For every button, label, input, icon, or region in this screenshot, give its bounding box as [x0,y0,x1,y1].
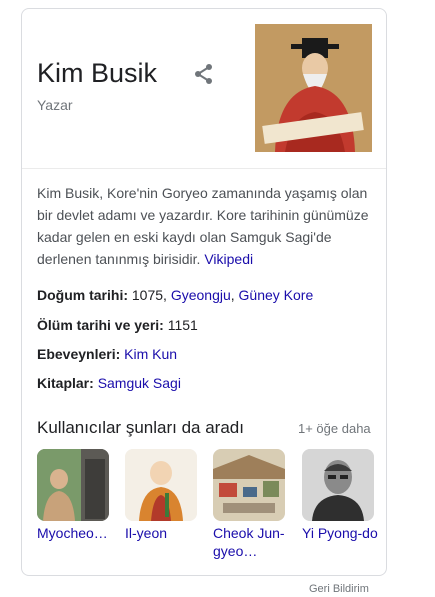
related-label-yi[interactable]: Yi Pyong-do [302,524,382,542]
fact-birth-sep: , [230,287,239,303]
panel-title: Kim Busik [37,58,158,88]
wikipedia-link[interactable]: Vikipedi [204,251,253,267]
description: Kim Busik, Kore'nin Goryeo zamanında yaş… [37,182,372,270]
fact-books: Kitaplar: Samguk Sagi [37,374,181,392]
related-label-myocheong[interactable]: Myocheo… [37,524,117,542]
fact-death-label: Ölüm tarihi ve yeri: [37,317,164,333]
related-label-ilyeon[interactable]: Il-yeon [125,524,205,542]
fact-birth-label: Doğum tarihi: [37,287,128,303]
people-also-search-title: Kullanıcılar şunları da aradı [37,418,244,437]
section-divider [22,168,386,169]
panel-subtitle: Yazar [37,97,73,113]
portrait-image[interactable] [255,24,372,152]
birth-place-link[interactable]: Gyeongju [171,287,231,303]
fact-birth: Doğum tarihi: 1075, Gyeongju, Güney Kore [37,286,313,304]
more-items-link[interactable]: 1+ öğe daha [298,421,371,436]
description-text: Kim Busik, Kore'nin Goryeo zamanında yaş… [37,185,369,267]
book-link[interactable]: Samguk Sagi [98,375,181,391]
fact-birth-year: 1075, [128,287,171,303]
related-thumb-cheok[interactable] [213,449,285,521]
related-thumb-myocheong[interactable] [37,449,109,521]
feedback-link[interactable]: Geri Bildirim [309,583,369,595]
fact-books-label: Kitaplar: [37,375,94,391]
related-label-cheok[interactable]: Cheok Jun-gyeo… [213,524,293,560]
fact-death-value: 1151 [163,317,198,333]
fact-parents: Ebeveynleri: Kim Kun [37,345,177,363]
birth-country-link[interactable]: Güney Kore [239,287,314,303]
fact-parents-label: Ebeveynleri: [37,346,121,362]
parent-link[interactable]: Kim Kun [124,346,177,362]
fact-death: Ölüm tarihi ve yeri: 1151 [37,316,198,334]
related-thumb-yi[interactable] [302,449,374,521]
share-icon[interactable] [192,62,216,86]
related-thumb-ilyeon[interactable] [125,449,197,521]
